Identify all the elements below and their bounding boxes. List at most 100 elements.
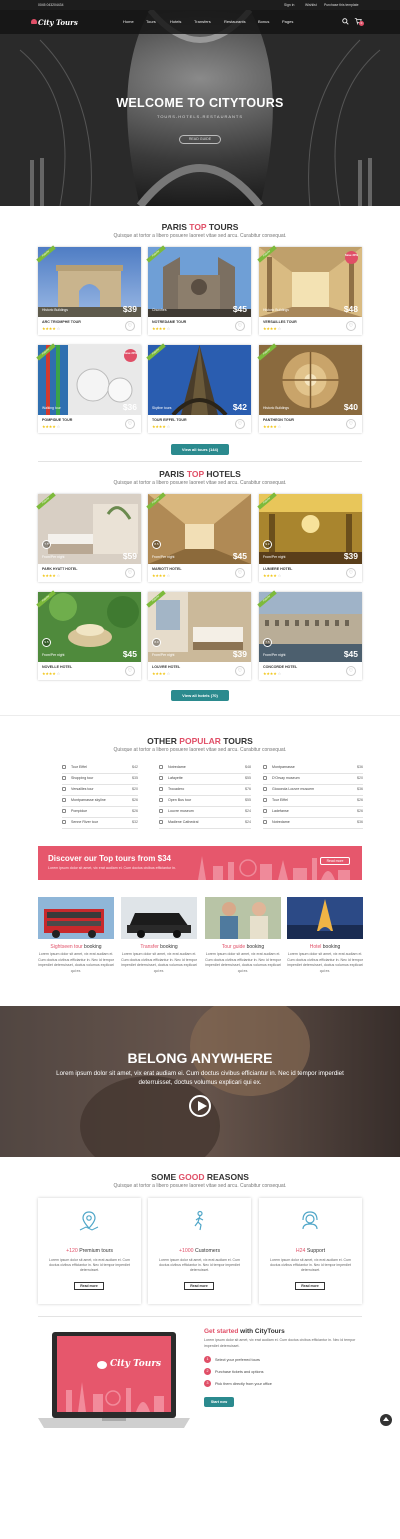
- reason-desc: Lorem ipsum dolor sit amet, vix erat aud…: [270, 1258, 351, 1272]
- hero-read-guide-button[interactable]: READ GUIDE: [179, 135, 221, 144]
- popular-tour-label: Shopping tour: [71, 776, 94, 780]
- nav-pages[interactable]: Pages: [282, 19, 293, 24]
- nav-hotels[interactable]: Hotels: [170, 19, 181, 24]
- tour-name[interactable]: PANTHEON TOUR: [263, 418, 294, 422]
- popular-tour-row[interactable]: Montparnasse $36: [263, 763, 363, 772]
- popular-section-title: OTHER POPULAR TOURS: [147, 736, 253, 746]
- hotel-name[interactable]: PARK HYATT HOTEL: [42, 567, 77, 571]
- tour-card[interactable]: Popular Historic Buildings $40 PANTHEON …: [257, 343, 362, 433]
- tour-name[interactable]: VERSAILLES TOUR: [263, 320, 297, 324]
- wishlist-link[interactable]: Wishlist: [305, 3, 317, 7]
- wishlist-heart-icon[interactable]: ♡: [235, 666, 245, 676]
- nav-home[interactable]: Home: [123, 19, 134, 24]
- divider: [38, 461, 362, 462]
- step-number: 3: [204, 1380, 211, 1387]
- hotel-name[interactable]: NOVELLE HOTEL: [42, 665, 72, 669]
- banner-subtext: Lorem ipsum dolor sit amet, vix erat aud…: [48, 866, 176, 870]
- wishlist-heart-icon[interactable]: ♡: [125, 568, 135, 578]
- tour-name[interactable]: TOUR EIFFEL TOUR: [152, 418, 187, 422]
- popular-tour-row[interactable]: Pompidue $26: [62, 807, 138, 816]
- hotel-card[interactable]: Popular 7.5 From/Per night $59 PARK HYAT…: [36, 492, 141, 582]
- nav-tours[interactable]: Tours: [146, 19, 156, 24]
- site-logo[interactable]: City Tours: [38, 18, 78, 27]
- popular-tour-row[interactable]: Tour Eiffel $42: [62, 763, 138, 772]
- reason-read-more-button[interactable]: Read more: [74, 1282, 104, 1290]
- hotel-name[interactable]: LUMIERE HOTEL: [263, 567, 292, 571]
- nav-restaurants[interactable]: Restaurants: [224, 19, 246, 24]
- tour-name[interactable]: ARC TRIOMPHE TOUR: [42, 320, 81, 324]
- popular-tour-row[interactable]: Notredame $36: [263, 818, 363, 827]
- hotel-score: 9.5: [42, 638, 51, 647]
- hotel-card[interactable]: Popular 9.5 From/Per night $45 NOVELLE H…: [36, 590, 141, 680]
- wishlist-heart-icon[interactable]: ♡: [346, 666, 356, 676]
- popular-tour-label: Madlene Cathedral: [168, 820, 199, 824]
- popular-tour-row[interactable]: Gioconda Louvre musuem $36: [263, 785, 363, 794]
- tour-name[interactable]: POMPIDUE TOUR: [42, 418, 72, 422]
- popular-tour-row[interactable]: Trocadero $76: [159, 785, 251, 794]
- tour-card[interactable]: Popular Skyline tours $42 TOUR EIFFEL TO…: [146, 343, 251, 433]
- popular-tour-row[interactable]: Lafayette $55: [159, 774, 251, 783]
- rating-stars: ★★★★☆: [263, 327, 282, 331]
- purchase-link[interactable]: Purchase this template: [324, 3, 359, 7]
- wishlist-heart-icon[interactable]: ♡: [235, 568, 245, 578]
- view-all-tours-button[interactable]: View all tours (144): [171, 444, 229, 455]
- popular-tour-row[interactable]: Louvre museum $24: [159, 807, 251, 816]
- tour-list-icon: [62, 820, 66, 824]
- wishlist-heart-icon[interactable]: ♡: [125, 419, 135, 429]
- popular-tour-row[interactable]: Ladefanse $26: [263, 807, 363, 816]
- walking-person-icon: [194, 1210, 204, 1231]
- wishlist-heart-icon[interactable]: ♡: [346, 568, 356, 578]
- per-night-label: From/Per night: [42, 653, 65, 657]
- signin-link[interactable]: Sign in: [284, 3, 294, 7]
- popular-tour-row[interactable]: Madlene Cathedral $24: [159, 818, 251, 827]
- nav-transfers[interactable]: Transfers: [194, 19, 211, 24]
- hotel-card[interactable]: Popular 8.5 From/Per night $45 MARIOTT H…: [146, 492, 251, 582]
- popular-tour-row[interactable]: Notredame $48: [159, 763, 251, 772]
- wishlist-heart-icon[interactable]: ♡: [235, 419, 245, 429]
- popular-tour-row[interactable]: D'Orsay museum $20: [263, 774, 363, 783]
- promo-badge: Save 30%: [345, 251, 358, 264]
- tours-section-title: PARIS TOP TOURS: [161, 222, 239, 232]
- tour-card[interactable]: Popular Save 30% Historic Buildings $48 …: [257, 245, 362, 335]
- hotel-price: $45: [343, 649, 358, 659]
- reason-read-more-button[interactable]: Read more: [295, 1282, 325, 1290]
- popular-tour-row[interactable]: Tour Eiffel $26: [263, 796, 363, 805]
- hotel-card[interactable]: Popular 9.0 From/Per night $39 LUMIERE H…: [257, 492, 362, 582]
- section-separator: [0, 715, 400, 716]
- popular-tour-row[interactable]: Open Bus tour $55: [159, 796, 251, 805]
- nav-bonus[interactable]: Bonus: [258, 19, 269, 24]
- tour-card[interactable]: Popular Save 20% Walking tour $36 POMPID…: [36, 343, 141, 433]
- back-to-top-icon[interactable]: [380, 1414, 392, 1426]
- tour-list-icon: [159, 765, 163, 769]
- view-all-hotels-button[interactable]: View all hotels (70): [171, 690, 229, 701]
- wishlist-heart-icon[interactable]: ♡: [235, 321, 245, 331]
- banner-read-more-button[interactable]: Read more: [320, 857, 350, 865]
- reason-read-more-button[interactable]: Read more: [184, 1282, 214, 1290]
- eiffel-night-image: [287, 897, 363, 939]
- hotel-card[interactable]: Popular 7.5 From/Per night $45 CONCORDE …: [257, 590, 362, 680]
- popular-tour-label: Notredame: [272, 820, 290, 824]
- hotel-name[interactable]: MARIOTT HOTEL: [152, 567, 182, 571]
- tour-name[interactable]: NOTREDAME TOUR: [152, 320, 186, 324]
- tour-card[interactable]: Popular Historic Buildings $39 ARC TRIOM…: [36, 245, 141, 335]
- play-video-icon[interactable]: [189, 1095, 211, 1117]
- hotel-name[interactable]: CONCORDE HOTEL: [263, 665, 297, 669]
- search-icon[interactable]: [342, 18, 349, 25]
- popular-tour-row[interactable]: Montparnasse skyline $26: [62, 796, 138, 805]
- service-desc: Lorem ipsum dolor sit amet, vix erat aud…: [287, 952, 363, 973]
- hotel-card[interactable]: Popular 8.0 From/Per night $39 LOUVRE HO…: [146, 590, 251, 680]
- wishlist-heart-icon[interactable]: ♡: [125, 321, 135, 331]
- phone-number[interactable]: 0045 043204434: [38, 3, 63, 7]
- start-now-button[interactable]: Start now: [204, 1397, 234, 1407]
- row-divider: [263, 827, 363, 829]
- popular-tour-row[interactable]: Senne River tour $32: [62, 818, 138, 827]
- wishlist-heart-icon[interactable]: ♡: [346, 321, 356, 331]
- popular-tour-row[interactable]: Versailles tour $20: [62, 785, 138, 794]
- wishlist-heart-icon[interactable]: ♡: [125, 666, 135, 676]
- popular-tour-row[interactable]: Shopping tour $35: [62, 774, 138, 783]
- rating-stars: ★★★★☆: [152, 672, 171, 676]
- hotel-name[interactable]: LOUVRE HOTEL: [152, 665, 180, 669]
- tour-card[interactable]: Popular Churches $45 NOTREDAME TOUR ★★★★…: [146, 245, 251, 335]
- wishlist-heart-icon[interactable]: ♡: [346, 419, 356, 429]
- tour-price: $45: [232, 304, 247, 314]
